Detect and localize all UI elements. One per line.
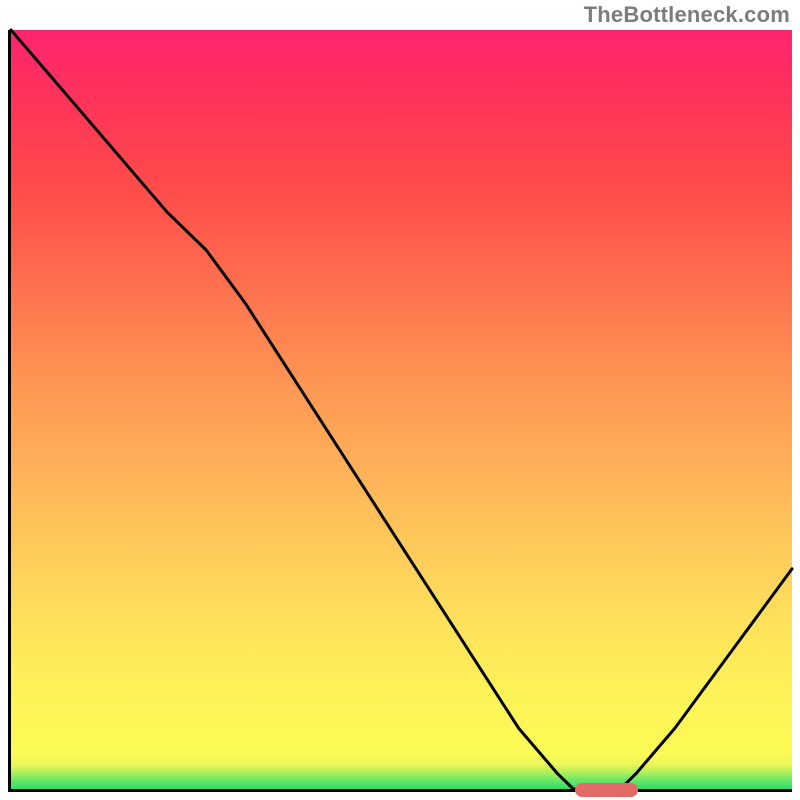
chart-plot-area — [8, 30, 792, 792]
watermark-label: TheBottleneck.com — [584, 2, 790, 28]
optimal-marker — [575, 783, 638, 797]
chart-svg — [11, 30, 792, 789]
chart-curve-line — [11, 30, 792, 789]
